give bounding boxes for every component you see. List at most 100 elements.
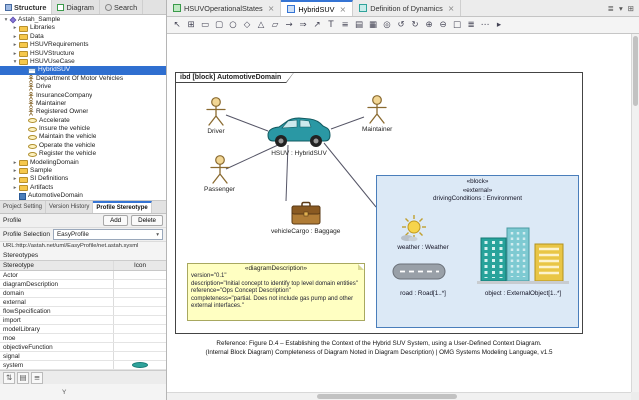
toolbar-button[interactable]: ▤ [352, 18, 366, 32]
actor-maintainer[interactable]: Maintainer [362, 95, 392, 133]
tree-item[interactable]: ▾ Astah_Sample [0, 16, 166, 24]
tree-item[interactable]: Department Of Motor Vehicles [0, 75, 166, 83]
toolbar-button[interactable]: ▭ [198, 18, 212, 32]
close-tab-icon[interactable]: × [339, 5, 346, 14]
sidebar-tab[interactable]: Search [100, 0, 143, 14]
toolbar-button[interactable]: □ [450, 18, 464, 32]
actor-driver[interactable]: Driver [204, 97, 228, 135]
tab-list-icon[interactable]: ≣ [608, 4, 614, 13]
close-tab-icon[interactable]: × [268, 4, 275, 13]
sidebar-bottom-tab[interactable]: Profile Stereotype [93, 201, 151, 213]
tree-item[interactable]: ▸ Libraries [0, 24, 166, 32]
actor-passenger[interactable]: Passenger [204, 155, 235, 193]
tree-item[interactable]: ▸ HSUVStructure [0, 50, 166, 58]
toolbar-button[interactable]: ▢ [212, 18, 226, 32]
environment-block[interactable]: «block» «external» drivingConditions : E… [376, 175, 579, 328]
toolbar-button[interactable]: ◎ [380, 18, 394, 32]
toolbar-button[interactable]: T [324, 18, 338, 32]
tab-menu-icon[interactable]: ▾ [619, 4, 623, 13]
stereotype-row[interactable]: modelLibrary [0, 325, 166, 334]
tree-item[interactable]: Register the vehicle [0, 150, 166, 158]
tree-item[interactable]: Accelerate [0, 117, 166, 125]
tree-item[interactable]: InsuranceCompany [0, 92, 166, 100]
stereotype-row[interactable]: flowSpecification [0, 307, 166, 316]
toolbar-button[interactable]: ⊖ [436, 18, 450, 32]
toolbar-button[interactable]: ≡ [338, 18, 352, 32]
toolbar-button[interactable]: ⋯ [478, 18, 492, 32]
toolbar-button[interactable]: ↻ [408, 18, 422, 32]
profile-select[interactable]: EasyProfile ▾ [53, 229, 163, 240]
toolbar-button[interactable]: ⊞ [184, 18, 198, 32]
tree-item[interactable]: Drive [0, 83, 166, 91]
expand-arrow-icon[interactable]: ▸ [11, 41, 19, 49]
expand-arrow-icon[interactable]: ▾ [2, 16, 10, 24]
toolbar-button[interactable]: ▦ [366, 18, 380, 32]
diagram-caption[interactable]: Reference: Figure D.4 – Establishing the… [175, 340, 583, 357]
toolbar-button[interactable]: ○ [226, 18, 240, 32]
sidebar-tab[interactable]: Diagram [52, 0, 100, 14]
toolbar-button[interactable]: ⊕ [422, 18, 436, 32]
stereotype-row[interactable]: external [0, 298, 166, 307]
toolbar-button[interactable]: → [282, 18, 296, 32]
expand-arrow-icon[interactable]: ▾ [11, 58, 19, 66]
expand-arrow-icon[interactable]: ▸ [11, 159, 19, 167]
tree-item[interactable]: Insure the vehicle [0, 125, 166, 133]
stereotype-row[interactable]: system [0, 361, 166, 370]
horizontal-scrollbar[interactable] [167, 392, 631, 400]
tab-grid-icon[interactable]: ⊞ [628, 4, 634, 13]
tree-item[interactable]: ▸ Sample [0, 167, 166, 175]
tree-item[interactable]: ▸ Artifacts [0, 184, 166, 192]
horizontal-scroll-thumb[interactable] [317, 394, 457, 399]
stereotype-row[interactable]: diagramDescription [0, 280, 166, 289]
toolbar-button[interactable]: ▱ [268, 18, 282, 32]
hybrid-suv-node[interactable]: HSUV : HybridSUV [264, 115, 334, 157]
diagram-description-note[interactable]: «diagramDescription» version="0.1" descr… [187, 263, 365, 321]
expand-arrow-icon[interactable]: ▸ [11, 175, 19, 183]
tree-item[interactable]: Maintain the vehicle [0, 133, 166, 141]
sidebar-bottom-tab[interactable]: Version History [46, 201, 93, 213]
expand-arrow-icon[interactable]: ▸ [11, 33, 19, 41]
document-tab[interactable]: HSUVOperationalStates × [167, 0, 281, 16]
tree-item[interactable]: Operate the vehicle [0, 142, 166, 150]
diagram-frame[interactable]: ibd [block] AutomotiveDomain Driver [175, 72, 583, 334]
tree-item[interactable]: HybridSUV [0, 66, 166, 74]
toolbar-button[interactable]: △ [254, 18, 268, 32]
expand-arrow-icon[interactable]: ▸ [11, 167, 19, 175]
toolbar-button[interactable]: ↺ [394, 18, 408, 32]
toolbar-button[interactable]: ↖ [170, 18, 184, 32]
expand-arrow-icon[interactable]: ▸ [11, 184, 19, 192]
tree-item[interactable]: Registered Owner [0, 108, 166, 116]
tree-item[interactable]: AutomotiveDomain [0, 192, 166, 200]
close-tab-icon[interactable]: × [448, 4, 455, 13]
tree-item[interactable]: ▾ HSUVUseCase [0, 58, 166, 66]
list-icon[interactable]: ▤ [17, 372, 29, 384]
toolbar-button[interactable]: ≣ [464, 18, 478, 32]
expand-arrow-icon[interactable]: ▸ [11, 24, 19, 32]
tree-item[interactable]: ▸ Data [0, 33, 166, 41]
add-profile-button[interactable]: Add [103, 215, 128, 226]
menu-icon[interactable]: ≡ [31, 372, 43, 384]
tree-item[interactable]: Maintainer [0, 100, 166, 108]
tree-item[interactable]: ▸ ModelingDomain [0, 159, 166, 167]
sidebar-bottom-tab[interactable]: Project Setting [0, 201, 46, 213]
toolbar-button[interactable]: ⇒ [296, 18, 310, 32]
delete-profile-button[interactable]: Delete [131, 215, 163, 226]
stereotype-row[interactable]: Actor [0, 271, 166, 280]
sort-icon[interactable]: ⇅ [3, 372, 15, 384]
connector-driver-car[interactable] [226, 115, 268, 131]
tree-item[interactable]: ▸ SI Definitions [0, 175, 166, 183]
stereotype-row[interactable]: moe [0, 334, 166, 343]
document-tab[interactable]: Definition of Dynamics × [353, 0, 461, 16]
document-tab[interactable]: HybridSUV × [281, 0, 353, 16]
stereotype-row[interactable]: objectiveFunction [0, 343, 166, 352]
diagram-canvas[interactable]: ibd [block] AutomotiveDomain Driver [167, 34, 631, 392]
sidebar-tab[interactable]: Structure [0, 0, 52, 14]
vertical-scrollbar[interactable] [631, 34, 639, 392]
toolbar-button[interactable]: ↗ [310, 18, 324, 32]
connector-maintainer-car[interactable] [331, 117, 364, 129]
stereotype-row[interactable]: signal [0, 352, 166, 361]
stereotype-row[interactable]: domain [0, 289, 166, 298]
expand-arrow-icon[interactable]: ▸ [11, 50, 19, 58]
toolbar-button[interactable]: ◇ [240, 18, 254, 32]
vertical-scroll-thumb[interactable] [633, 36, 638, 106]
